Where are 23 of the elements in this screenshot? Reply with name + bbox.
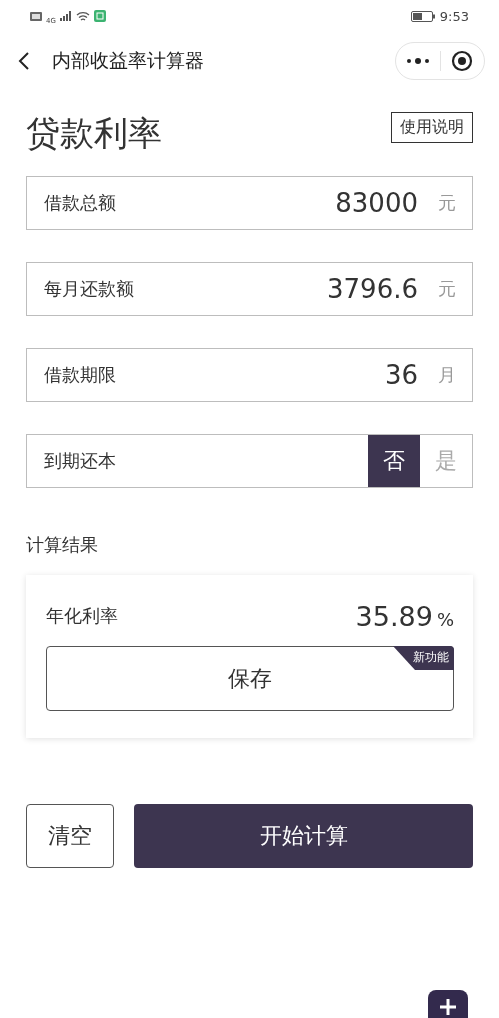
calculate-button[interactable]: 开始计算 [134, 804, 473, 868]
more-icon [405, 58, 430, 64]
app-icon [93, 10, 106, 22]
result-label: 年化利率 [46, 604, 118, 628]
percent-unit: % [436, 609, 454, 630]
toggle-option[interactable]: 否 [368, 435, 420, 487]
result-value: 35.89 [355, 601, 433, 632]
result-heading: 计算结果 [26, 533, 99, 557]
help-button[interactable]: 使用说明 [391, 111, 473, 143]
battery-icon [410, 10, 435, 22]
new-feature-badge: 新功能 [393, 646, 454, 670]
add-button[interactable] [428, 990, 468, 1018]
signal-icon [59, 11, 72, 21]
page-title: 内部收益率计算器 [52, 48, 205, 73]
field-label: 到期还本 [43, 449, 117, 473]
section-heading: 贷款利率 [26, 112, 162, 155]
wifi-icon [75, 10, 90, 22]
target-icon [451, 50, 474, 72]
plus-icon [439, 998, 457, 1016]
save-button[interactable]: 保存 新功能 [46, 646, 454, 711]
status-time: 9:53 [439, 8, 469, 24]
clear-button[interactable]: 清空 [26, 804, 114, 868]
back-icon[interactable] [18, 51, 30, 71]
